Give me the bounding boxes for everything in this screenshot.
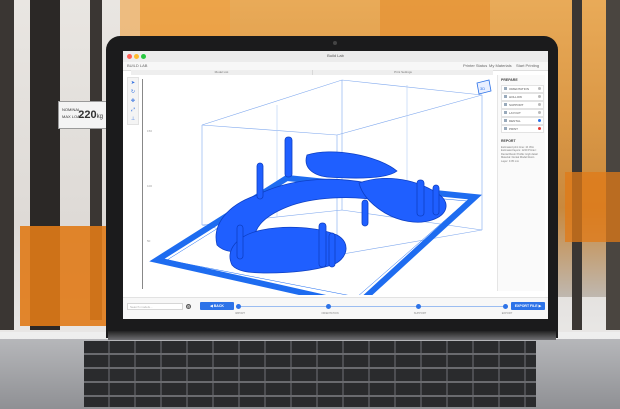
step-label: ORIENTATION (321, 312, 339, 315)
support-icon[interactable]: ⊥ (130, 117, 136, 122)
scale-tag-value: 220kg (78, 109, 103, 121)
view-cube-icon[interactable]: 3D (476, 79, 492, 95)
panel-row-orientation[interactable]: ORIENTATION (501, 85, 544, 93)
status-dot (538, 95, 541, 98)
gear-icon[interactable]: ⚙ (186, 304, 191, 309)
window-title: Build Lab (327, 53, 344, 58)
scale-tag: NOMINAL MAX LOAD 220kg (58, 101, 108, 129)
panel-row-support[interactable]: SUPPORT (501, 101, 544, 109)
layout-icon (504, 111, 507, 114)
menu-app-name[interactable]: BUILD LAB (127, 63, 147, 68)
scale-icon[interactable]: ⤢ (130, 108, 136, 113)
step-label: SUPPORT (413, 312, 427, 315)
menu-start-printing[interactable]: Start Printing (516, 63, 539, 68)
printer-box (380, 0, 490, 36)
orientation-icon (504, 87, 507, 90)
printer-box (20, 226, 108, 326)
svg-text:3D: 3D (480, 86, 485, 91)
export-file-button[interactable]: EXPORT FILE ▶ (511, 302, 545, 310)
move-icon[interactable]: ✥ (130, 99, 136, 104)
step-export[interactable] (503, 304, 508, 309)
step-orientation[interactable] (326, 304, 331, 309)
hollow-icon (504, 95, 507, 98)
step-label: EXPORT (501, 312, 513, 315)
rack-post (606, 0, 620, 330)
print-icon (504, 127, 507, 130)
panel-row-print[interactable]: PRINT (501, 125, 544, 133)
status-dot (538, 87, 541, 90)
support-icon (504, 103, 507, 106)
step-support[interactable] (416, 304, 421, 309)
menu-printer-status[interactable]: Printer Status (463, 63, 487, 68)
panel-row-layout[interactable]: LAYOUT (501, 109, 544, 117)
report-text: Estimated print time: 1h 45m Estimated l… (501, 146, 538, 163)
keyboard (84, 341, 536, 407)
printer-box (120, 0, 230, 36)
status-dot (538, 103, 541, 106)
bottom-bar: Search models... ⚙ ◀ BACK IMPORT ORIENTA… (123, 297, 548, 319)
panel-title: PREPARE (501, 78, 518, 82)
status-dot (538, 111, 541, 114)
prepare-panel: PREPARE ORIENTATION HOLLOW SUPPORT LAYOU… (497, 75, 545, 291)
panel-row-hollow[interactable]: HOLLOW (501, 93, 544, 101)
search-input[interactable]: Search models... (127, 303, 183, 310)
printer-box (565, 172, 620, 242)
status-dot (538, 119, 541, 122)
rack-post (572, 0, 582, 330)
progress-track (236, 306, 508, 307)
panel-row-dental[interactable]: DENTAL (501, 117, 544, 125)
3d-viewport[interactable]: 3D (137, 75, 495, 295)
report-title: REPORT (501, 139, 516, 143)
status-dot (538, 127, 541, 130)
tooth-icon (504, 119, 507, 122)
menu-my-materials[interactable]: My Materials (489, 63, 512, 68)
back-button[interactable]: ◀ BACK (200, 302, 234, 310)
step-import[interactable] (236, 304, 241, 309)
step-label: IMPORT (234, 312, 246, 315)
app-window: Build Lab BUILD LAB Printer Status My Ma… (123, 51, 548, 319)
rack-post (0, 0, 14, 330)
arrow-icon[interactable]: ➤ (130, 81, 136, 86)
laptop-hinge (108, 331, 556, 340)
camera-icon (333, 41, 337, 45)
rotate-icon[interactable]: ↻ (130, 90, 136, 95)
